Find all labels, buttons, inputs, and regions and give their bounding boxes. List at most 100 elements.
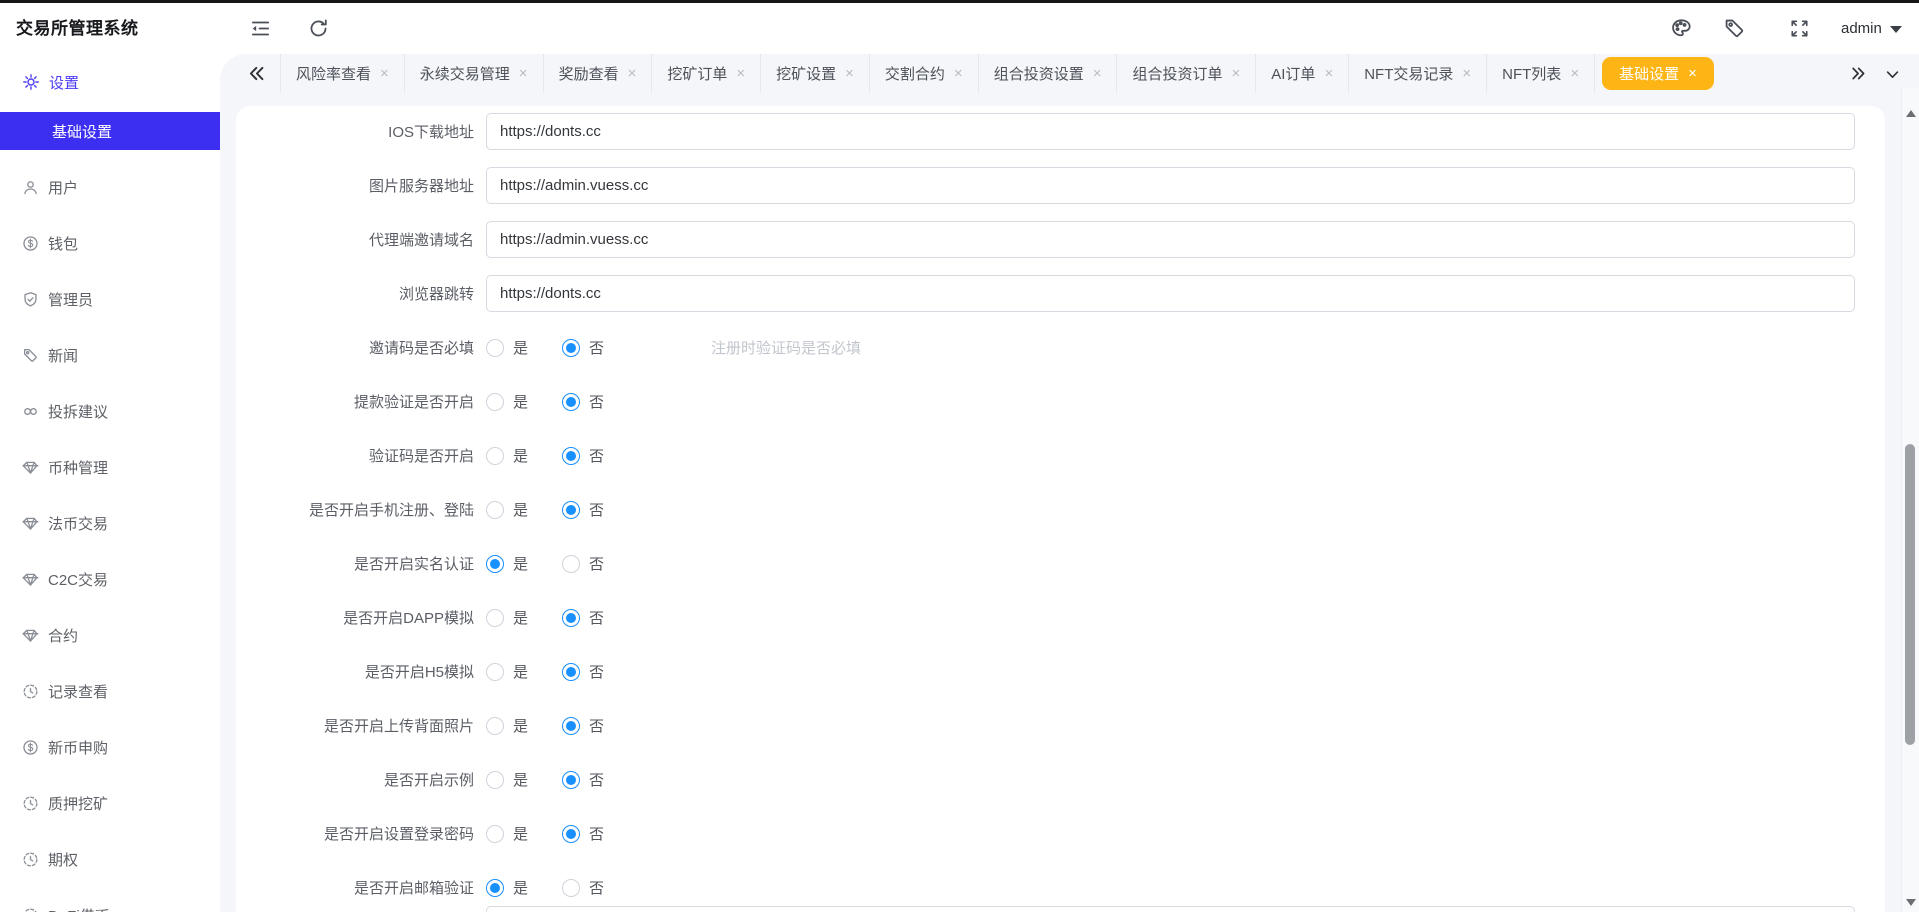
close-icon[interactable]: × <box>1093 66 1102 81</box>
scroll-down-arrow[interactable] <box>1906 899 1916 906</box>
radio-yes[interactable]: 是 <box>486 337 528 358</box>
sidebar-item-label: DeFi借币 <box>48 905 110 912</box>
radio-yes[interactable]: 是 <box>486 499 528 520</box>
form-control: 是否 <box>486 823 1885 844</box>
form-control: 是否 <box>486 445 1885 466</box>
sidebar-item[interactable]: C2C交易 <box>0 551 220 607</box>
close-icon[interactable]: × <box>845 66 854 81</box>
radio-yes[interactable]: 是 <box>486 445 528 466</box>
tab-item[interactable]: NFT交易记录 × <box>1349 54 1488 93</box>
tab-item[interactable]: 风险率查看 × <box>280 54 405 93</box>
radio-label: 否 <box>589 718 605 735</box>
form-text-input[interactable] <box>486 275 1855 312</box>
theme-palette-icon[interactable] <box>1670 17 1693 40</box>
form-row: 是否开启DAPP模拟是否 <box>236 599 1885 636</box>
close-icon[interactable]: × <box>628 66 637 81</box>
chevron-down-icon[interactable] <box>1884 66 1901 83</box>
sidebar-item[interactable]: 质押挖矿 <box>0 775 220 831</box>
sidebar-item[interactable]: 用户 <box>0 159 220 215</box>
tab-item[interactable]: 组合投资订单 × <box>1117 54 1257 93</box>
radio-no[interactable]: 否 <box>562 337 604 358</box>
radio-circle <box>486 446 504 465</box>
fullscreen-expand-icon[interactable] <box>1789 18 1810 39</box>
form-row: 是否开启上传背面照片是否 <box>236 707 1885 744</box>
scroll-up-arrow[interactable] <box>1906 110 1916 117</box>
close-icon[interactable]: × <box>736 66 745 81</box>
radio-no[interactable]: 否 <box>562 391 604 412</box>
radio-no[interactable]: 否 <box>562 499 604 520</box>
tab-item[interactable]: 交割合约 × <box>870 54 979 93</box>
form-text-input[interactable] <box>486 221 1855 258</box>
form-label: 验证码是否开启 <box>368 448 474 465</box>
user-menu[interactable]: admin <box>1841 3 1902 54</box>
tab-item[interactable]: 组合投资设置 × <box>979 54 1118 93</box>
sidebar-item[interactable]: 合约 <box>0 607 220 663</box>
radio-circle <box>486 392 504 411</box>
tab-item-active[interactable]: 基础设置 × <box>1602 57 1714 90</box>
radio-yes[interactable]: 是 <box>486 877 528 898</box>
form-row: 代理端邀请域名 <box>236 221 1885 258</box>
radio-no[interactable]: 否 <box>562 769 604 790</box>
tab-label: 交割合约 <box>884 66 945 83</box>
sidebar-item[interactable]: 新币申购 <box>0 719 220 775</box>
sidebar-item-label: 钱包 <box>48 235 79 253</box>
sidebar-item-settings[interactable]: 设置 <box>0 68 220 96</box>
radio-no[interactable]: 否 <box>562 607 604 628</box>
sidebar-item[interactable]: 管理员 <box>0 271 220 327</box>
sidebar-item-label: 新币申购 <box>48 739 109 757</box>
sidebar-item-basic-settings-active[interactable]: 基础设置 <box>0 112 220 150</box>
radio-circle <box>486 824 504 843</box>
radio-yes[interactable]: 是 <box>486 769 528 790</box>
close-icon[interactable]: × <box>1570 66 1579 81</box>
close-icon[interactable]: × <box>1231 66 1240 81</box>
radio-no[interactable]: 否 <box>562 445 604 466</box>
sidebar-item[interactable]: 币种管理 <box>0 439 220 495</box>
radio-yes[interactable]: 是 <box>486 607 528 628</box>
sidebar-item[interactable]: 法币交易 <box>0 495 220 551</box>
close-icon[interactable]: × <box>1324 66 1333 81</box>
chevrons-right-icon[interactable] <box>1849 64 1868 83</box>
tab-item[interactable]: AI订单 × <box>1256 54 1350 93</box>
close-icon[interactable]: × <box>1688 66 1697 81</box>
radio-no[interactable]: 否 <box>562 715 604 736</box>
sidebar-item[interactable]: 记录查看 <box>0 663 220 719</box>
close-icon[interactable]: × <box>954 66 963 81</box>
radio-yes[interactable]: 是 <box>486 661 528 682</box>
radio-label: 是 <box>513 718 529 735</box>
refresh-icon[interactable] <box>307 17 330 40</box>
radio-no[interactable]: 否 <box>562 823 604 844</box>
fold-sidebar-icon[interactable] <box>249 17 272 40</box>
radio-circle <box>562 554 581 573</box>
radio-no[interactable]: 否 <box>562 661 604 682</box>
tag-icon[interactable] <box>1723 17 1746 40</box>
sidebar-item[interactable]: 钱包 <box>0 215 220 271</box>
tab-item[interactable]: 挖矿设置 × <box>761 54 870 93</box>
scrollbar-thumb[interactable] <box>1905 444 1915 745</box>
sidebar-item-label: 合约 <box>48 627 79 645</box>
radio-yes[interactable]: 是 <box>486 391 528 412</box>
radio-no[interactable]: 否 <box>562 877 604 898</box>
sidebar-item[interactable]: 新闻 <box>0 327 220 383</box>
tab-item[interactable]: 永续交易管理 × <box>405 54 544 93</box>
radio-label: 是 <box>513 772 529 789</box>
vertical-scrollbar[interactable] <box>1901 88 1919 912</box>
close-icon[interactable]: × <box>1462 66 1471 81</box>
sidebar-item[interactable]: DeFi借币 <box>0 887 220 912</box>
radio-no[interactable]: 否 <box>562 553 604 574</box>
radio-yes[interactable]: 是 <box>486 823 528 844</box>
tab-item[interactable]: 挖矿订单 × <box>652 54 762 93</box>
form-text-input[interactable] <box>486 906 1855 912</box>
chevrons-left-icon[interactable] <box>246 63 267 84</box>
close-icon[interactable]: × <box>380 66 389 81</box>
radio-yes[interactable]: 是 <box>486 715 528 736</box>
close-icon[interactable]: × <box>519 66 528 81</box>
sidebar-item[interactable]: 期权 <box>0 831 220 887</box>
dollar-icon <box>22 235 39 252</box>
tab-item[interactable]: NFT列表 × <box>1487 54 1596 93</box>
form-control <box>486 906 1885 912</box>
tab-item[interactable]: 奖励查看 × <box>544 54 653 93</box>
radio-yes[interactable]: 是 <box>486 553 528 574</box>
form-text-input[interactable] <box>486 167 1855 204</box>
sidebar-item[interactable]: 投拆建议 <box>0 383 220 439</box>
form-text-input[interactable] <box>486 113 1855 150</box>
